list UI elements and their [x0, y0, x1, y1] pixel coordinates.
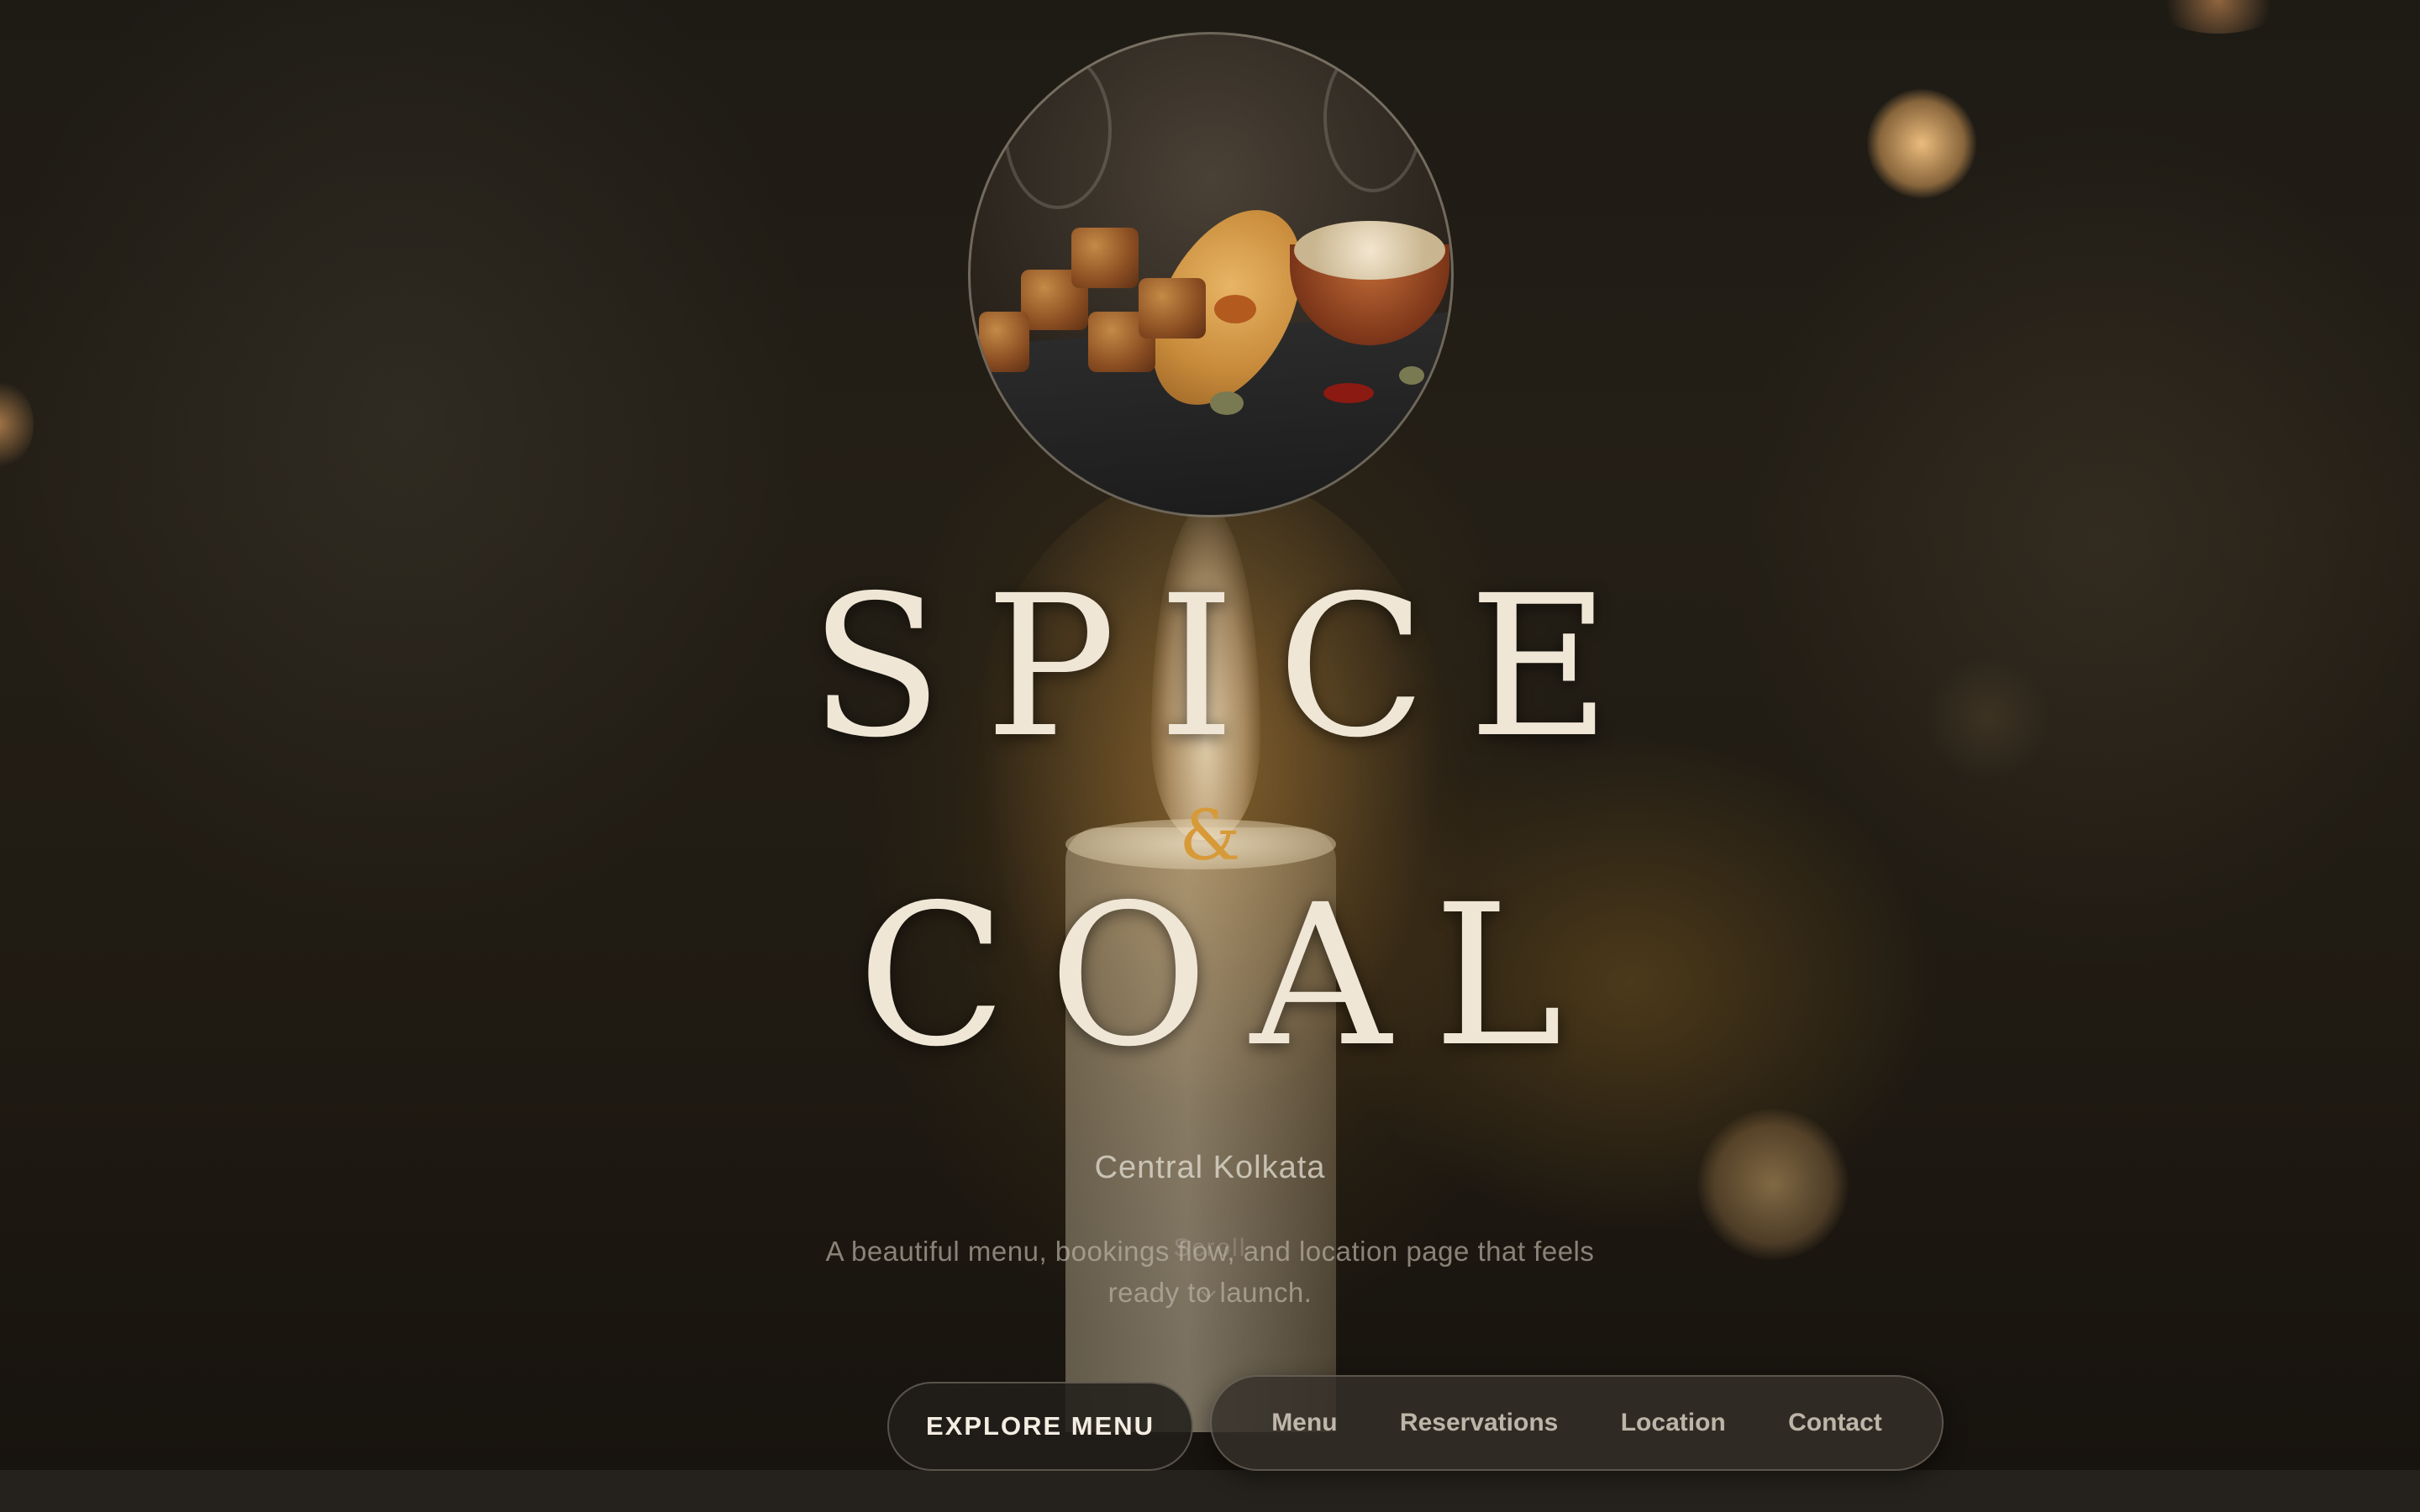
steam-swirl: [1323, 43, 1423, 192]
restaurant-name-line-1: SPICE: [809, 554, 1653, 780]
bottom-strip: [0, 1470, 2420, 1512]
nav-bar: Menu Reservations Location Contact: [1210, 1375, 1944, 1471]
sauce-dot: [1323, 383, 1374, 403]
nav-item-contact[interactable]: Contact: [1771, 1397, 1899, 1449]
nav-item-menu[interactable]: Menu: [1255, 1397, 1354, 1449]
chutney-dot: [1399, 366, 1424, 385]
paneer-cube: [979, 312, 1029, 372]
nav-item-reservations[interactable]: Reservations: [1383, 1397, 1575, 1449]
hero-tagline: A beautiful menu, bookings flow, and loc…: [825, 1236, 1595, 1308]
restaurant-name-line-2: COAL: [857, 863, 1605, 1089]
paneer-cube: [1139, 278, 1206, 339]
explore-menu-button[interactable]: EXPLORE MENU: [887, 1382, 1193, 1471]
steam-swirl: [1004, 51, 1112, 209]
rice: [1294, 221, 1445, 280]
chutney-dot: [1210, 391, 1244, 415]
bokeh-light: [1867, 89, 1976, 198]
nav-item-location[interactable]: Location: [1604, 1397, 1743, 1449]
location-label: Central Kolkata: [1094, 1150, 1326, 1185]
hero-dish-image: [968, 32, 1454, 517]
sauce-cup: [1214, 295, 1256, 323]
restaurant-name-ampersand: &: [1179, 796, 1241, 876]
paneer-cube: [1071, 228, 1139, 288]
